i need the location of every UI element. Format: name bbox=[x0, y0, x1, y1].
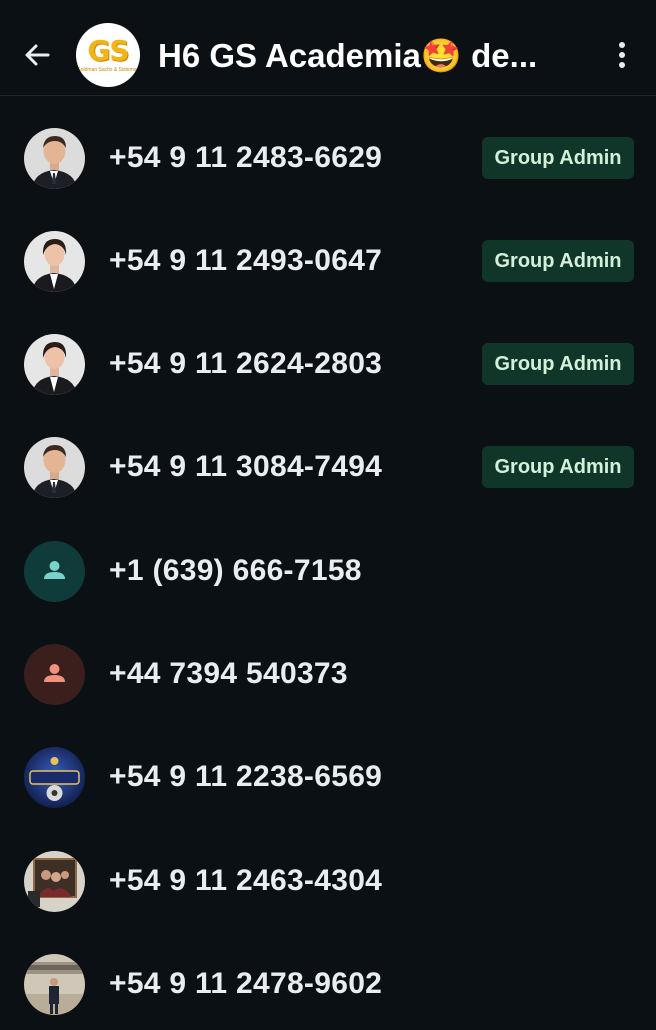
group-admin-badge: Group Admin bbox=[482, 343, 634, 385]
member-row[interactable]: +44 7394 540373 bbox=[0, 620, 656, 720]
member-row[interactable]: +1 (639) 666-7158 bbox=[0, 517, 656, 617]
default-person-orange-icon bbox=[24, 644, 85, 705]
group-admin-badge: Group Admin bbox=[482, 137, 634, 179]
back-button[interactable] bbox=[18, 36, 56, 74]
avatar bbox=[24, 851, 85, 912]
group-avatar[interactable]: GS Goldman Sachs & Sistemas bbox=[76, 23, 140, 87]
member-phone: +54 9 11 2483-6629 bbox=[109, 141, 383, 174]
member-row[interactable]: +54 9 11 2493-0647 Group Admin bbox=[0, 207, 656, 307]
avatar bbox=[24, 644, 85, 705]
group-title[interactable]: H6 GS Academia🤩 de... bbox=[158, 36, 537, 76]
member-phone: +54 9 11 2493-0647 bbox=[109, 244, 383, 277]
harvard-photo-icon bbox=[24, 954, 85, 1015]
woman-suit-photo-icon bbox=[24, 231, 85, 292]
member-row[interactable]: +54 9 11 2463-4304 bbox=[0, 827, 656, 927]
avatar bbox=[24, 541, 85, 602]
member-row[interactable]: +54 9 11 2478-9602 bbox=[0, 930, 656, 1030]
member-phone: +44 7394 540373 bbox=[109, 657, 348, 690]
member-phone: +54 9 11 2463-4304 bbox=[109, 864, 383, 897]
member-row[interactable]: +54 9 11 2238-6569 bbox=[0, 723, 656, 823]
member-phone: +54 9 11 2238-6569 bbox=[109, 760, 383, 793]
man-suit-photo-icon bbox=[24, 128, 85, 189]
avatar bbox=[24, 334, 85, 395]
group-admin-badge: Group Admin bbox=[482, 446, 634, 488]
carlos-logo-photo-icon bbox=[24, 747, 85, 808]
group-avatar-subtext: Goldman Sachs & Sistemas bbox=[76, 67, 140, 73]
avatar bbox=[24, 128, 85, 189]
avatar bbox=[24, 231, 85, 292]
member-row[interactable]: +54 9 11 2483-6629 Group Admin bbox=[0, 104, 656, 204]
woman-suit-photo-icon bbox=[24, 334, 85, 395]
man-suit-photo-icon bbox=[24, 437, 85, 498]
avatar bbox=[24, 954, 85, 1015]
arrow-left-icon bbox=[25, 44, 50, 66]
more-vertical-icon bbox=[619, 42, 625, 68]
member-row[interactable]: +54 9 11 3084-7494 Group Admin bbox=[0, 413, 656, 513]
group-admin-badge: Group Admin bbox=[482, 240, 634, 282]
member-row[interactable]: +54 9 11 2624-2803 Group Admin bbox=[0, 310, 656, 410]
member-phone: +54 9 11 2624-2803 bbox=[109, 347, 383, 380]
chat-header: GS Goldman Sachs & Sistemas H6 GS Academ… bbox=[0, 0, 656, 96]
more-options-button[interactable] bbox=[606, 36, 638, 74]
group-framed-photo-icon bbox=[24, 851, 85, 912]
group-avatar-logo: GS bbox=[87, 34, 129, 67]
member-phone: +54 9 11 2478-9602 bbox=[109, 967, 383, 1000]
member-phone: +54 9 11 3084-7494 bbox=[109, 450, 383, 483]
avatar bbox=[24, 747, 85, 808]
member-phone: +1 (639) 666-7158 bbox=[109, 554, 362, 587]
avatar bbox=[24, 437, 85, 498]
default-person-teal-icon bbox=[24, 541, 85, 602]
